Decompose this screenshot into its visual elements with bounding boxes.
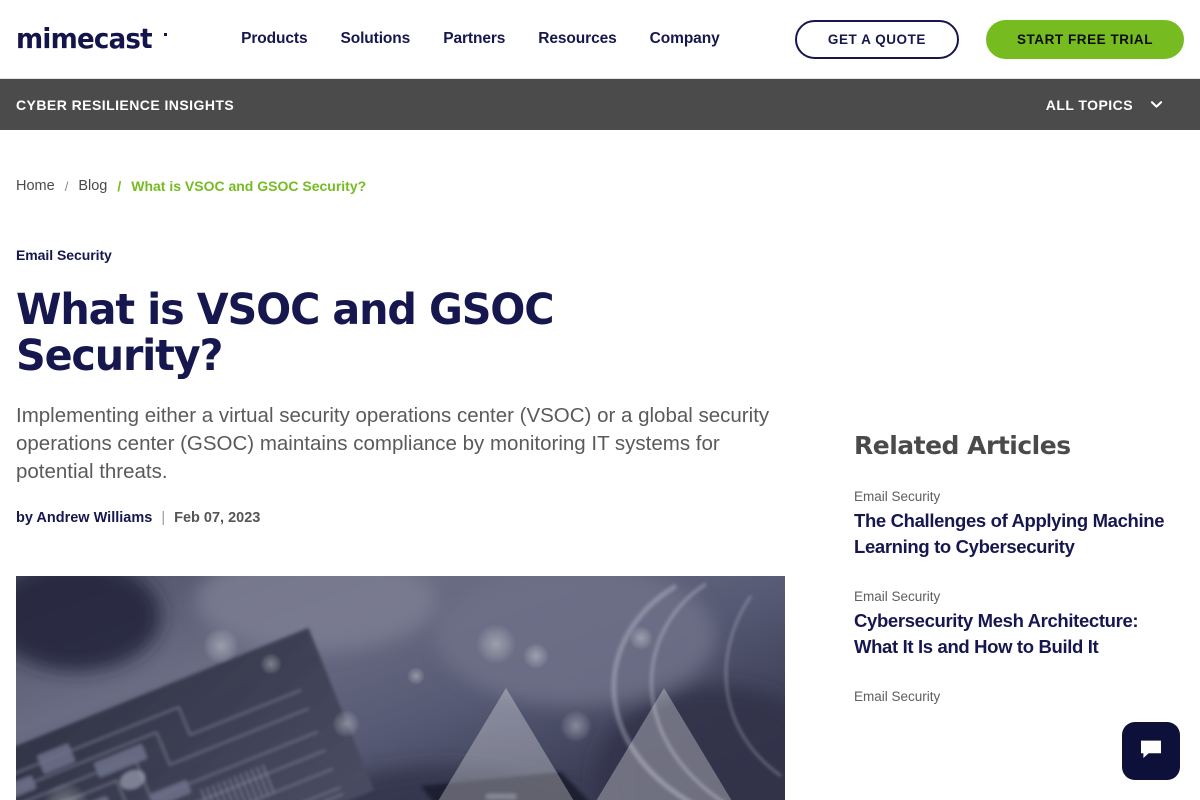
nav-item-company[interactable]: Company	[650, 30, 720, 48]
all-topics-dropdown[interactable]: ALL TOPICS	[1046, 97, 1184, 113]
chat-widget-button[interactable]	[1122, 722, 1180, 780]
nav-item-solutions[interactable]: Solutions	[340, 30, 410, 48]
byline-date: Feb 07, 2023	[174, 510, 261, 527]
header-actions: GET A QUOTE START FREE TRIAL	[794, 19, 1184, 59]
article-category-label[interactable]: Email Security	[16, 247, 800, 263]
page-body: Home / Blog / What is VSOC and GSOC Secu…	[0, 130, 1200, 800]
breadcrumb-separator-2: /	[117, 178, 122, 194]
related-article-headline: The Challenges of Applying Machine Learn…	[854, 510, 1165, 557]
byline: by Andrew Williams | Feb 07, 2023	[16, 510, 800, 526]
byline-divider: |	[161, 510, 166, 527]
cyber-resilience-insights-bar: CYBER RESILIENCE INSIGHTS ALL TOPICS	[0, 79, 1200, 130]
nav-item-partners[interactable]: Partners	[443, 30, 505, 48]
byline-author: by Andrew Williams	[16, 510, 153, 527]
site-header: mimecast Products Solutions Partners Res…	[0, 0, 1200, 79]
related-articles-sidebar: Related Articles Email Security The Chal…	[854, 194, 1184, 734]
breadcrumb-home[interactable]: Home	[16, 178, 55, 194]
get-a-quote-button[interactable]: GET A QUOTE	[794, 19, 959, 59]
related-article-item[interactable]: Email Security The Challenges of Applyin…	[854, 489, 1184, 559]
related-article-category: Email Security	[854, 689, 941, 705]
breadcrumb: Home / Blog / What is VSOC and GSOC Secu…	[16, 130, 1184, 194]
related-article-category: Email Security	[854, 489, 941, 504]
article-deck: Implementing either a virtual security o…	[16, 403, 770, 484]
article-main-column: Email Security What is VSOC and GSOC Sec…	[16, 194, 800, 800]
breadcrumb-separator-1: /	[64, 178, 69, 194]
trademark-dot-icon	[164, 33, 168, 36]
related-articles-heading: Related Articles	[854, 431, 1071, 460]
all-topics-label: ALL TOPICS	[1045, 96, 1133, 113]
breadcrumb-current: What is VSOC and GSOC Security?	[131, 178, 367, 194]
chat-bubble-icon	[1137, 735, 1165, 768]
nav-item-resources[interactable]: Resources	[538, 30, 616, 48]
breadcrumb-blog[interactable]: Blog	[78, 178, 107, 194]
nav-item-products[interactable]: Products	[241, 30, 307, 48]
mimecast-logo[interactable]: mimecast	[16, 22, 168, 55]
insights-bar-title: CYBER RESILIENCE INSIGHTS	[16, 96, 235, 113]
related-article-item[interactable]: Email Security Cybersecurity Mesh Archit…	[854, 589, 1184, 659]
content-grid: Email Security What is VSOC and GSOC Sec…	[16, 194, 1184, 800]
start-free-trial-button[interactable]: START FREE TRIAL	[985, 19, 1184, 59]
main-navigation: Products Solutions Partners Resources Co…	[241, 30, 720, 48]
related-article-headline: Cybersecurity Mesh Architecture: What It…	[854, 610, 1139, 657]
logo-wordmark: mimecast	[16, 22, 153, 55]
related-article-category: Email Security	[854, 589, 941, 605]
page-title: What is VSOC and GSOC Security?	[16, 285, 555, 382]
related-article-item[interactable]: Email Security	[854, 689, 1184, 704]
chevron-down-icon	[1150, 98, 1163, 111]
hero-image	[16, 576, 785, 800]
